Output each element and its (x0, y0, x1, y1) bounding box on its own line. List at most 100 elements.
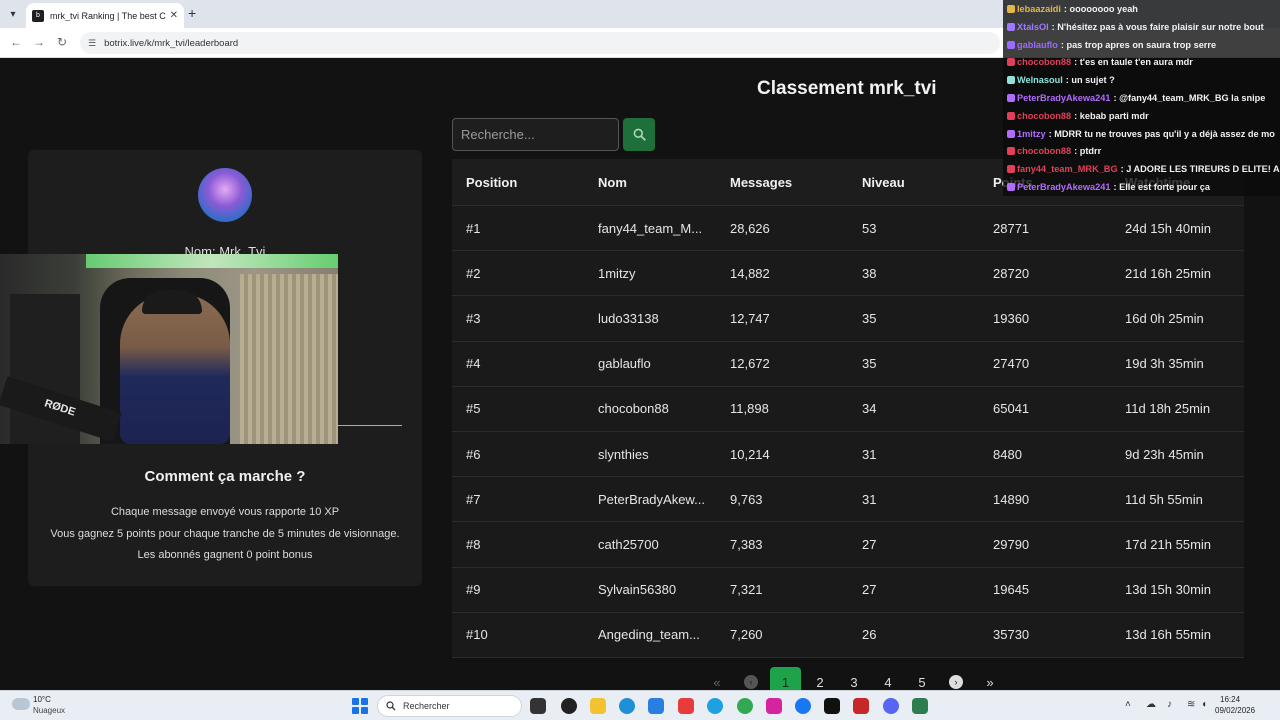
tab-close-icon[interactable]: ✕ (170, 10, 178, 21)
chat-badge-icon (1007, 58, 1015, 67)
file-explorer-icon[interactable] (590, 698, 606, 714)
app-icon[interactable] (853, 698, 869, 714)
cell-name[interactable]: 1mitzy (598, 251, 718, 295)
pagination-page-2[interactable]: 2 (803, 667, 837, 690)
facebook-icon[interactable] (795, 698, 811, 714)
app-icon[interactable] (678, 698, 694, 714)
cell-name[interactable]: Angeding_team... (598, 613, 718, 657)
volume-icon[interactable]: ◖ (1201, 699, 1207, 710)
chat-message: PeterBradyAkewa241: @fany44_team_MRK_BG … (1007, 89, 1280, 107)
cell-name[interactable]: ludo33138 (598, 296, 718, 340)
chat-badge-icon (1007, 183, 1015, 191)
cloud-icon[interactable] (12, 698, 30, 710)
table-row[interactable]: #8 cath25700 7,383 27 29790 17d 21h 55min (452, 522, 1244, 568)
chat-message: fany44_team_MRK_BG: J ADORE LES TIREURS … (1007, 160, 1280, 178)
cell-name[interactable]: Sylvain56380 (598, 568, 718, 612)
wifi-icon[interactable]: ≋ (1187, 699, 1195, 710)
forward-arrow-icon[interactable]: → (33, 35, 45, 49)
chat-message: gablauflo: pas trop apres on saura trop … (1007, 36, 1280, 54)
pagination-prev-button[interactable]: ‹ (734, 667, 768, 690)
table-row[interactable]: #6 slynthies 10,214 31 8480 9d 23h 45min (452, 431, 1244, 478)
pagination-page-1[interactable]: 1 (770, 667, 801, 690)
cell-name[interactable]: chocobon88 (598, 387, 718, 431)
chat-username[interactable]: chocobon88 (1017, 57, 1071, 67)
table-row[interactable]: #7 PeterBradyAkew... 9,763 31 14890 11d 5h 55… (452, 477, 1244, 523)
header-messages[interactable]: Messages (730, 159, 850, 205)
pagination: « ‹ 1 2 3 4 5 › » (700, 667, 1007, 690)
chat-username[interactable]: chocobon88 (1017, 111, 1071, 121)
table-row[interactable]: #9 Sylvain56380 7,321 27 19645 13d 15h 30min (452, 567, 1244, 613)
chat-username[interactable]: lebaazaidi (1017, 4, 1061, 14)
chat-username[interactable]: PeterBradyAkewa241 (1017, 93, 1110, 103)
pagination-last-button[interactable]: » (973, 667, 1007, 690)
cell-points: 29790 (993, 536, 1030, 552)
reload-icon[interactable]: ↻ (57, 35, 67, 49)
tiktok-icon[interactable] (824, 698, 840, 714)
cell-level: 27 (862, 582, 877, 598)
site-info-icon[interactable]: ☰ (88, 38, 96, 49)
table-row[interactable]: #10 Angeding_team... 7,260 26 35730 13d 16h 5… (452, 612, 1244, 658)
chat-message: chocobon88: t'es en taule t'en aura mdr (1007, 53, 1280, 71)
store-icon[interactable] (648, 698, 664, 714)
app-icon[interactable] (707, 698, 723, 714)
app-icon[interactable] (561, 698, 577, 714)
cell-level: 38 (862, 265, 877, 281)
pagination-first-button[interactable]: « (700, 667, 734, 690)
chevron-up-icon[interactable]: ˄ (1125, 699, 1131, 710)
address-bar[interactable]: ☰ botrix.live/k/mrk_tvi/leaderboard (80, 32, 1000, 54)
search-button[interactable] (623, 118, 655, 151)
chat-text: : pas trop apres on saura trop serre (1060, 39, 1217, 50)
cell-messages: 7,383 (730, 536, 763, 552)
cell-name[interactable]: gablauflo (598, 342, 718, 386)
table-row[interactable]: #1 fany44_team_M... 28,626 53 28771 24d 15h 4… (452, 206, 1244, 252)
chat-username[interactable]: fany44_team_MRK_BG (1017, 164, 1118, 174)
new-tab-button[interactable]: + (188, 5, 196, 21)
cell-name[interactable]: cath25700 (598, 522, 718, 566)
avatar (198, 168, 252, 222)
table-row[interactable]: #5 chocobon88 11,898 34 65041 11d 18h 25min (452, 386, 1244, 432)
pagination-next-button[interactable]: › (939, 667, 973, 690)
header-level[interactable]: Niveau (862, 159, 982, 205)
task-view-icon[interactable] (530, 698, 546, 714)
app-icon[interactable] (912, 698, 928, 714)
chat-username[interactable]: gablauflo (1017, 40, 1058, 50)
table-row[interactable]: #2 1mitzy 14,882 38 28720 21d 16h 25min (452, 251, 1244, 297)
windows-start-icon[interactable] (352, 698, 368, 714)
header-position[interactable]: Position (466, 159, 586, 205)
chrome-icon[interactable] (737, 698, 753, 714)
back-arrow-icon[interactable]: ← (10, 35, 22, 49)
pagination-page-5[interactable]: 5 (905, 667, 939, 690)
chat-username[interactable]: Welnasoul (1017, 75, 1063, 85)
cell-points: 19645 (993, 582, 1030, 598)
cell-name[interactable]: PeterBradyAkew... (598, 477, 718, 521)
cloud-tray-icon[interactable]: ☁ (1146, 699, 1156, 710)
divider (338, 425, 402, 426)
cell-name[interactable]: fany44_team_M... (598, 206, 718, 250)
leaderboard-table: Position Nom Messages Niveau Points Watc… (452, 159, 1244, 658)
chat-username[interactable]: PeterBradyAkewa241 (1017, 182, 1110, 192)
cell-name[interactable]: slynthies (598, 432, 718, 476)
microphone-icon[interactable]: ♪ (1167, 699, 1172, 710)
chat-message: PeterBradyAkewa241: Elle est forte pour … (1007, 178, 1280, 196)
cell-messages: 9,763 (730, 491, 763, 507)
browser-tab[interactable]: b mrk_tvi Ranking | The best Chat ✕ (26, 3, 184, 28)
tab-list-chevron-icon[interactable]: ▾ (4, 5, 22, 23)
pagination-page-3[interactable]: 3 (837, 667, 871, 690)
chat-message: XtalsOl: N'hésitez pas à vous faire plai… (1007, 18, 1280, 36)
discord-icon[interactable] (883, 698, 899, 714)
cell-points: 8480 (993, 446, 1022, 462)
table-row[interactable]: #4 gablauflo 12,672 35 27470 19d 3h 35min (452, 341, 1244, 387)
search-input[interactable] (452, 118, 619, 151)
taskbar-search[interactable]: Rechercher (377, 695, 522, 717)
pagination-page-4[interactable]: 4 (871, 667, 905, 690)
chat-username[interactable]: 1mitzy (1017, 129, 1046, 139)
chat-message: chocobon88: kebab parti mdr (1007, 107, 1280, 125)
chat-username[interactable]: chocobon88 (1017, 146, 1071, 156)
cell-level: 31 (862, 446, 877, 462)
chat-text: : ptdrr (1074, 146, 1102, 157)
instagram-icon[interactable] (766, 698, 782, 714)
chat-username[interactable]: XtalsOl (1017, 22, 1049, 32)
table-row[interactable]: #3 ludo33138 12,747 35 19360 16d 0h 25min (452, 296, 1244, 342)
edge-icon[interactable] (619, 698, 635, 714)
header-name[interactable]: Nom (598, 159, 718, 205)
